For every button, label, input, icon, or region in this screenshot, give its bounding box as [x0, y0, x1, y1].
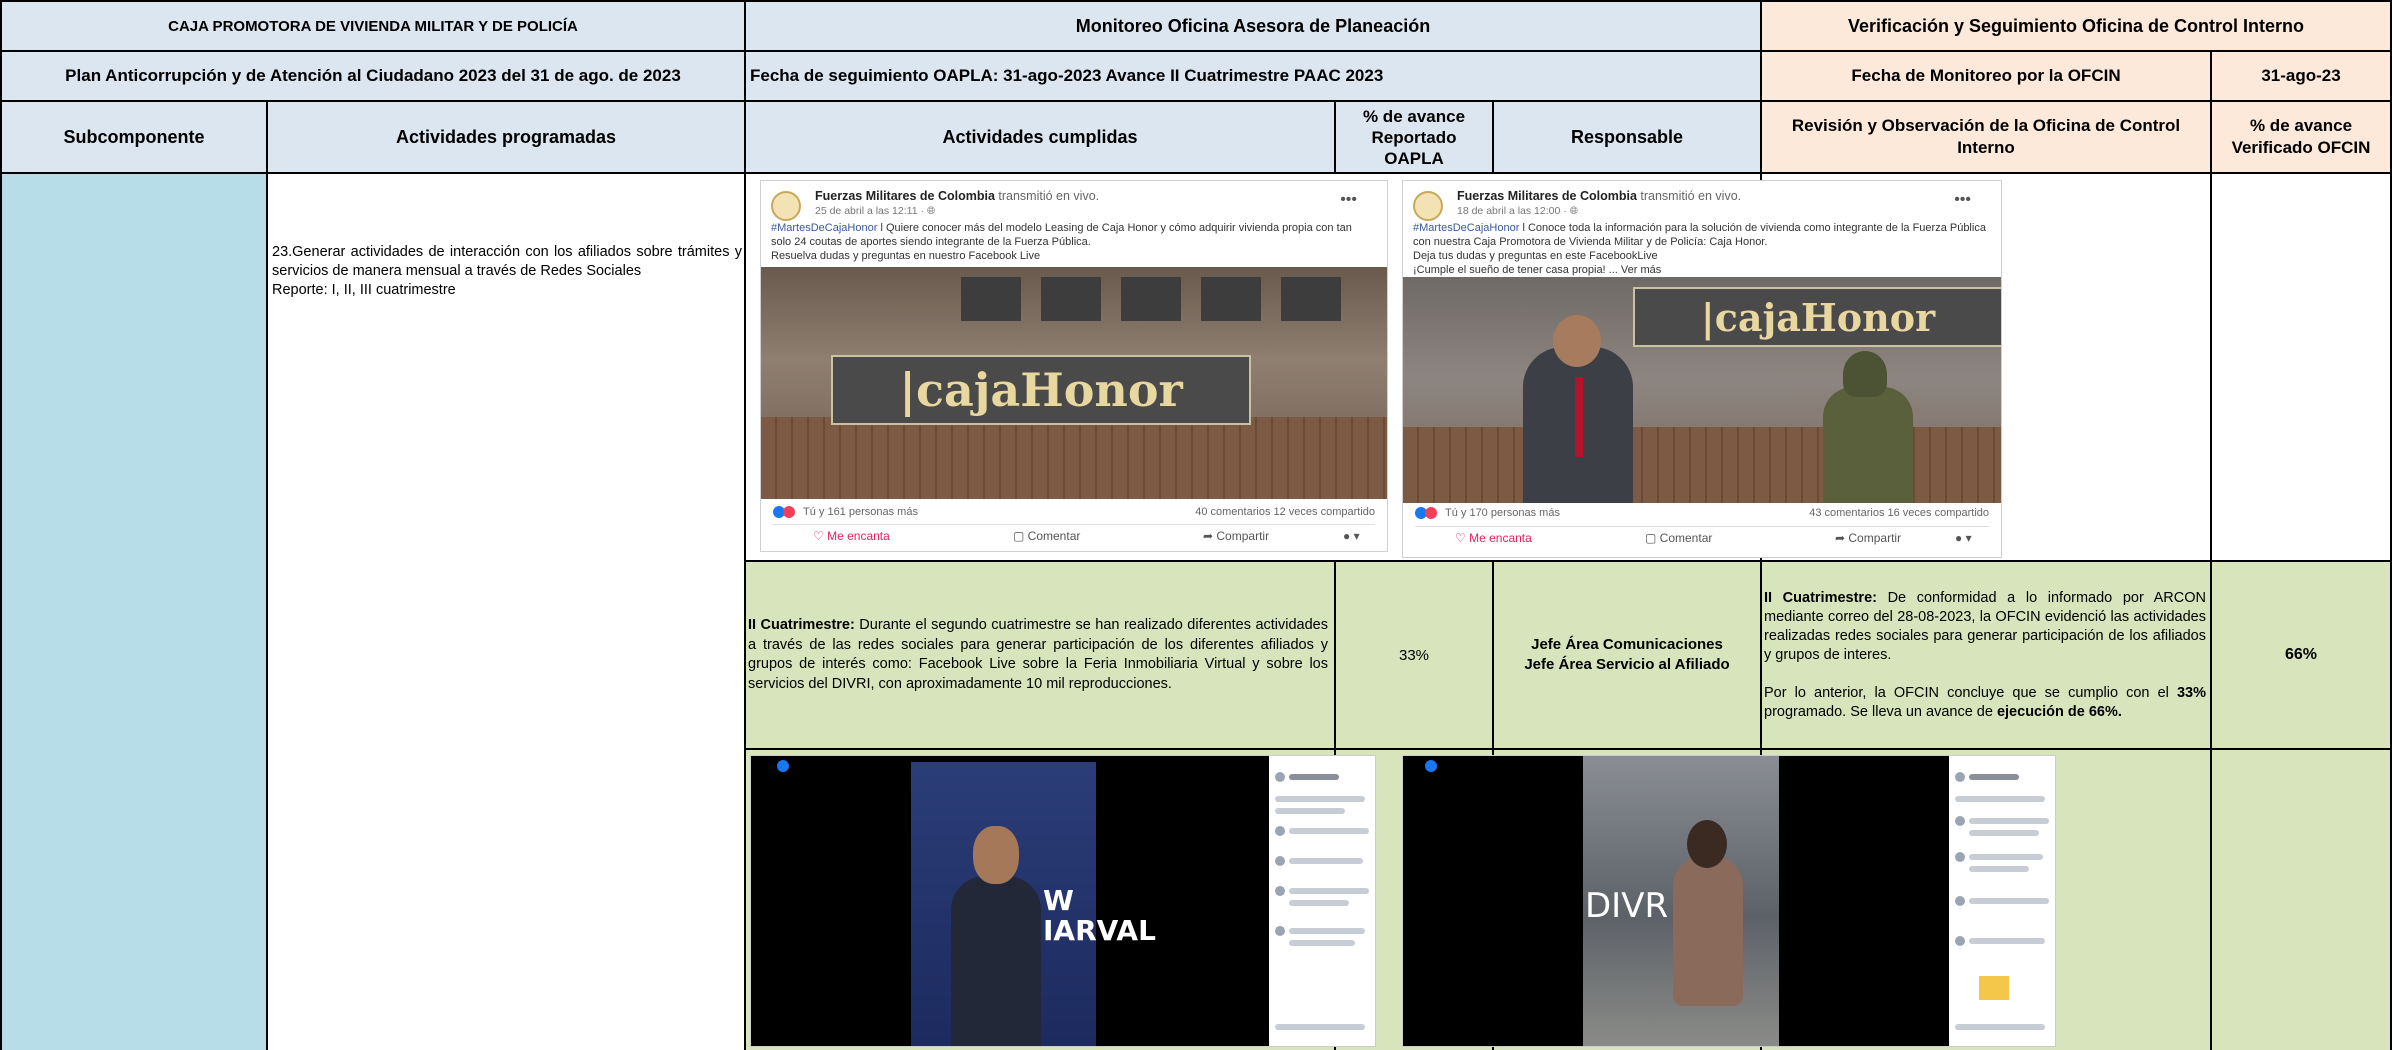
org-title: CAJA PROMOTORA DE VIVIENDA MILITAR Y DE … — [0, 0, 746, 52]
comment-button[interactable]: ▢ Comentar — [1013, 529, 1080, 543]
evidence-video-cell-5 — [2212, 750, 2392, 1050]
responsable-1: Jefe Área Comunicaciones — [1531, 636, 1723, 653]
actividad-programada-cell: 23.Generar actividades de interacción co… — [268, 174, 746, 1050]
banner-text: DIVR — [1585, 886, 1669, 926]
responsable-2: Jefe Área Servicio al Afiliado — [1524, 656, 1730, 673]
avance-verificado-value: 66% — [2212, 562, 2392, 750]
banner-text: W IARVAL — [1043, 884, 1156, 947]
actividad-programada-text: 23.Generar actividades de interacción co… — [272, 244, 742, 279]
revision-conclusion-d: ejecución de 66%. — [1996, 703, 2122, 720]
post-text-3[interactable]: ¡Cumple el sueño de tener casa propia! .… — [1413, 264, 1661, 276]
love-button[interactable]: ♡ Me encanta — [1455, 531, 1532, 545]
reactions-count[interactable]: Tú y 170 personas más — [1445, 507, 1560, 519]
share-button[interactable]: ➦ Compartir — [1835, 531, 1901, 545]
fuerzas-militares-logo-icon — [1413, 191, 1443, 221]
comment-button[interactable]: ▢ Comentar — [1645, 531, 1712, 545]
monitoring-title: Monitoreo Oficina Asesora de Planeación — [746, 0, 1762, 52]
col-actividades-programadas: Actividades programadas — [268, 102, 746, 174]
post-date: 18 de abril a las 12:00 · — [1457, 205, 1570, 217]
cumplidas-label: II Cuatrimestre: — [748, 617, 855, 633]
post-text-2: Resuelva dudas y preguntas en nuestro Fa… — [771, 250, 1041, 262]
more-options-icon[interactable]: ••• — [1954, 191, 1971, 209]
post-action: transmitió en vivo. — [1636, 189, 1742, 203]
building-photo: |cajaHonor — [761, 267, 1387, 499]
post-hashtag[interactable]: #MartesDeCajaHonor — [771, 222, 877, 234]
revision-conclusion-c: programado. Se lleva un avance de — [1764, 703, 1997, 720]
reactions-icon — [773, 506, 799, 519]
facebook-live-video[interactable]: W IARVAL — [750, 755, 1376, 1047]
comments-shares[interactable]: 43 comentarios 16 veces compartido — [1809, 507, 1989, 519]
share-icon: ➦ — [1203, 529, 1217, 543]
heart-icon: ♡ — [1455, 531, 1470, 545]
subcomponente-cell — [0, 174, 268, 1050]
comment-icon: ▢ — [1013, 529, 1028, 543]
facebook-icon — [777, 760, 789, 772]
cajahonor-sign: |cajaHonor — [831, 355, 1251, 425]
avance-reportado-value: 33% — [1336, 562, 1494, 750]
comments-shares[interactable]: 40 comentarios 12 veces compartido — [1195, 506, 1375, 518]
love-button[interactable]: ♡ Me encanta — [813, 529, 890, 543]
responsable-cell: Jefe Área Comunicaciones Jefe Área Servi… — [1494, 562, 1762, 750]
col-revision: Revisión y Observación de la Oficina de … — [1762, 102, 2212, 174]
globe-icon: 🌐︎ — [1569, 205, 1579, 217]
heart-icon: ♡ — [813, 529, 828, 543]
col-responsable: Responsable — [1494, 102, 1762, 174]
fuerzas-militares-logo-icon — [771, 191, 801, 221]
profile-switch-icon[interactable]: ● ▾ — [1955, 531, 1972, 545]
facebook-live-video[interactable]: DIVR — [1402, 755, 2056, 1047]
fecha-monitoreo-label: Fecha de Monitoreo por la OFCIN — [1762, 52, 2212, 102]
post-page-name: Fuerzas Militares de Colombia — [1457, 189, 1637, 203]
post-hashtag[interactable]: #MartesDeCajaHonor — [1413, 222, 1519, 234]
fecha-seguimiento: Fecha de seguimiento OAPLA: 31-ago-2023 … — [746, 52, 1762, 102]
facebook-post: Fuerzas Militares de Colombia transmitió… — [760, 180, 1388, 552]
post-action: transmitió en vivo. — [994, 189, 1100, 203]
building-photo-people: |cajaHonor — [1403, 277, 2001, 503]
comment-icon: ▢ — [1645, 531, 1660, 545]
col-avance-verificado: % de avance Verificado OFCIN — [2212, 102, 2392, 174]
house-icon — [1979, 976, 2009, 1000]
soldier-figure — [1823, 387, 1913, 503]
more-options-icon[interactable]: ••• — [1340, 191, 1357, 209]
facebook-icon — [1425, 760, 1437, 772]
reactions-icon — [1415, 507, 1441, 520]
verification-title: Verificación y Seguimiento Oficina de Co… — [1762, 0, 2392, 52]
fecha-monitoreo-value: 31-ago-23 — [2212, 52, 2392, 102]
share-icon: ➦ — [1835, 531, 1849, 545]
revision-conclusion-b: 33% — [2176, 684, 2206, 701]
profile-switch-icon[interactable]: ● ▾ — [1343, 529, 1360, 543]
col-avance-reportado: % de avance Reportado OAPLA — [1336, 102, 1494, 174]
cajahonor-sign: |cajaHonor — [1633, 287, 2001, 347]
post-page-name: Fuerzas Militares de Colombia — [815, 189, 995, 203]
revision-cell: II Cuatrimestre: De conformidad a lo inf… — [1762, 562, 2212, 750]
post-date: 25 de abril a las 12:11 · — [815, 205, 927, 217]
verificado-empty-top — [2212, 174, 2392, 562]
col-actividades-cumplidas: Actividades cumplidas — [746, 102, 1336, 174]
comments-panel — [1269, 756, 1375, 1046]
plan-title: Plan Anticorrupción y de Atención al Ciu… — [0, 52, 746, 102]
comments-panel — [1949, 756, 2055, 1046]
facebook-post: Fuerzas Militares de Colombia transmitió… — [1402, 180, 2002, 558]
reactions-count[interactable]: Tú y 161 personas más — [803, 506, 918, 518]
post-text-2: Deja tus dudas y preguntas en este Faceb… — [1413, 250, 1658, 262]
revision-conclusion-a: Por lo anterior, la OFCIN concluye que s… — [1764, 684, 2177, 701]
col-subcomponente: Subcomponente — [0, 102, 268, 174]
reporte-text: Reporte: I, II, III cuatrimestre — [272, 282, 456, 298]
actividades-cumplidas-cell: II Cuatrimestre: Durante el segundo cuat… — [746, 562, 1336, 750]
share-button[interactable]: ➦ Compartir — [1203, 529, 1269, 543]
revision-label: II Cuatrimestre: — [1764, 589, 1877, 606]
globe-icon: 🌐︎ — [926, 205, 936, 217]
